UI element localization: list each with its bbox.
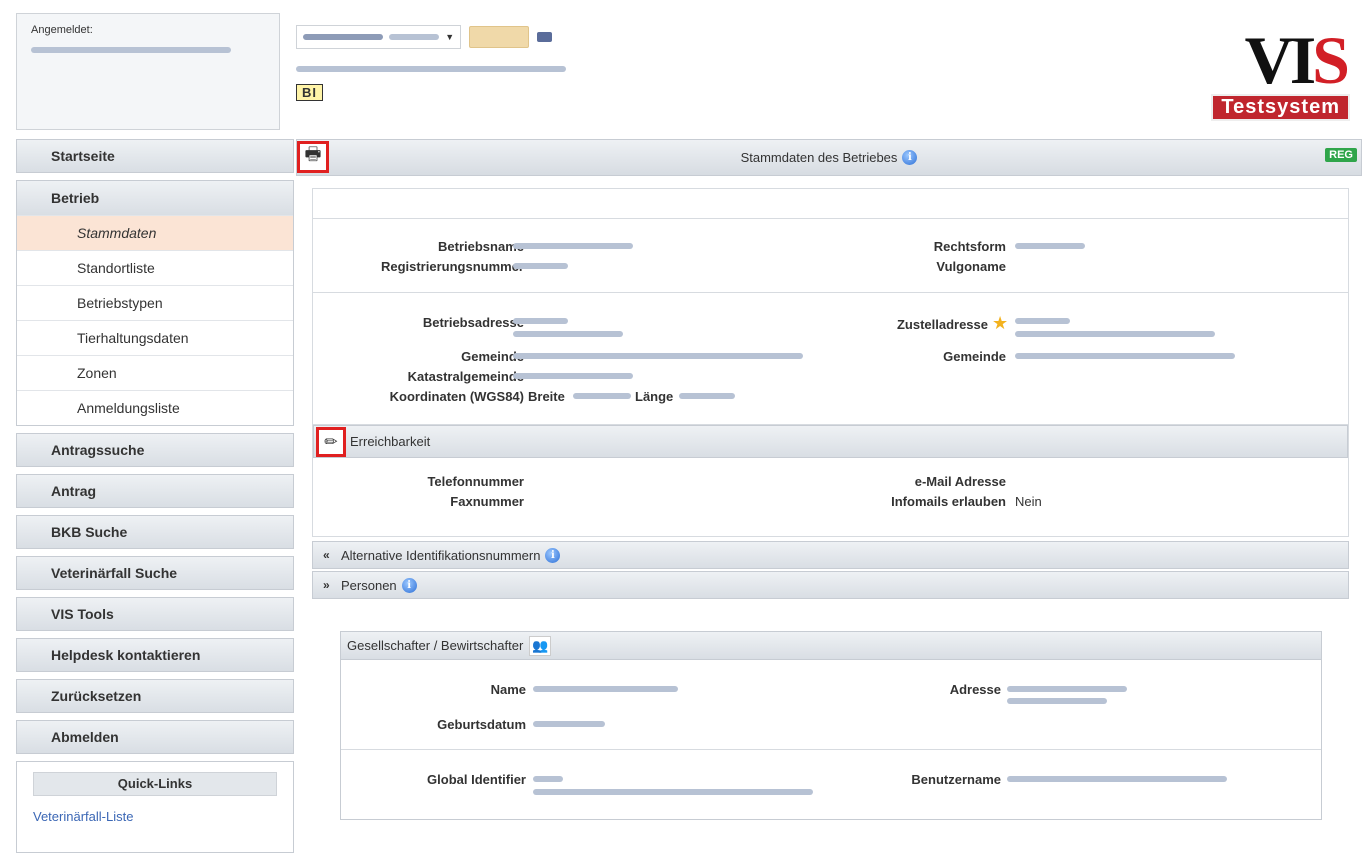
alt-ids-header[interactable]: « Alternative Identifikationsnummern i	[312, 541, 1349, 569]
nav-group-betrieb: Betrieb Stammdaten Standortliste Betrieb…	[16, 180, 294, 426]
section-adressen: Betriebsadresse Gemeinde Katastralgemein…	[313, 293, 1348, 425]
label-betriebsname: Betriebsname	[438, 239, 524, 254]
pencil-icon: ✏	[324, 433, 338, 451]
nav-anmeldungsliste[interactable]: Anmeldungsliste	[17, 390, 293, 425]
business-selector: ▼ BI	[284, 13, 566, 130]
nav-standortliste[interactable]: Standortliste	[17, 250, 293, 285]
info-icon[interactable]: i	[902, 150, 918, 165]
star-icon[interactable]: ★	[992, 313, 1008, 334]
label-infomails: Infomails erlauben	[891, 494, 1006, 509]
info-icon[interactable]: i	[401, 577, 417, 593]
section-erreichbarkeit-header: ✏ Erreichbarkeit	[313, 425, 1348, 458]
label-zustelladresse: Zustelladresse	[896, 317, 988, 332]
login-info: Angemeldet:	[16, 13, 280, 130]
person-panel-title: Gesellschafter / Bewirtschafter	[347, 638, 524, 653]
label-laenge: Länge	[635, 389, 674, 404]
nav-helpdesk[interactable]: Helpdesk kontaktieren	[16, 638, 294, 672]
sidebar: Startseite Betrieb Stammdaten Standortli…	[16, 139, 294, 853]
label-koordinaten: Koordinaten (WGS84)	[389, 389, 524, 404]
quicklink-veterinaerfall-liste[interactable]: Veterinärfall-Liste	[33, 810, 143, 824]
label-breite: Breite	[528, 389, 565, 404]
redacted-user	[31, 47, 231, 53]
label-email: e-Mail Adresse	[914, 474, 1006, 489]
logo-testsystem: Testsystem	[1211, 94, 1350, 121]
person-lookup-icon[interactable]: 👥	[529, 635, 552, 656]
nav-zonen[interactable]: Zonen	[17, 355, 293, 390]
nav-antrag[interactable]: Antrag	[16, 474, 294, 508]
printer-icon: 🖶	[304, 144, 322, 164]
label-faxnummer: Faxnummer	[450, 494, 524, 509]
erreichbarkeit-title: Erreichbarkeit	[350, 434, 431, 449]
nav-stammdaten[interactable]: Stammdaten	[17, 215, 293, 250]
section-erreichbarkeit: Telefonnummer Faxnummer e-Mail Adresse I…	[313, 458, 1348, 536]
personen-title: Personen	[341, 577, 397, 593]
quicklinks-title: Quick-Links	[33, 772, 277, 796]
nav-antragssuche[interactable]: Antragssuche	[16, 433, 294, 467]
edit-erreichbarkeit-button[interactable]: ✏	[316, 426, 346, 457]
chevron-up-icon: «	[323, 548, 330, 562]
logo-text: VIS	[1244, 22, 1350, 98]
label-benutzername: Benutzername	[911, 772, 1001, 787]
vis-logo: VIS Testsystem	[1184, 19, 1354, 125]
logged-in-label: Angemeldet:	[31, 24, 93, 36]
nav-vis-tools[interactable]: VIS Tools	[16, 597, 294, 631]
small-action-button[interactable]	[536, 32, 552, 42]
quicklinks-panel: Quick-Links Veterinärfall-Liste	[16, 761, 294, 853]
personen-header[interactable]: » Personen i	[312, 571, 1349, 599]
main-content: 🖶 Stammdaten des Betriebes i REG Betrieb…	[296, 139, 1362, 820]
business-type-badge: BI	[296, 84, 323, 101]
alt-ids-title: Alternative Identifikationsnummern	[341, 547, 541, 563]
nav-betriebstypen[interactable]: Betriebstypen	[17, 285, 293, 320]
nav-betrieb[interactable]: Betrieb	[17, 181, 293, 215]
label-name: Name	[490, 682, 526, 697]
stammdaten-panel: Betriebsname Registrierungsnummer Rechts…	[312, 188, 1349, 537]
nav-zuruecksetzen[interactable]: Zurücksetzen	[16, 679, 294, 713]
nav-abmelden[interactable]: Abmelden	[16, 720, 294, 754]
label-vulgoname: Vulgoname	[936, 259, 1006, 274]
print-button[interactable]: 🖶	[297, 141, 329, 173]
section-betrieb-basic: Betriebsname Registrierungsnummer Rechts…	[313, 219, 1348, 293]
nav-startseite[interactable]: Startseite	[16, 139, 294, 173]
infomails-value: Nein	[1015, 494, 1042, 509]
business-select[interactable]: ▼	[296, 25, 462, 49]
chevron-down-icon: ▼	[445, 32, 455, 42]
label-geburtsdatum: Geburtsdatum	[437, 717, 526, 732]
label-rechtsform: Rechtsform	[933, 239, 1006, 254]
person-details: Name Geburtsdatum Adresse	[341, 660, 1321, 750]
person-panel-header: Gesellschafter / Bewirtschafter 👥	[341, 632, 1321, 660]
person-panel: Gesellschafter / Bewirtschafter 👥 Name G…	[340, 631, 1322, 820]
label-global-identifier: Global Identifier	[427, 772, 526, 787]
title-bar: 🖶 Stammdaten des Betriebes i REG	[296, 139, 1362, 176]
nav-veterinaerfall-suche[interactable]: Veterinärfall Suche	[16, 556, 294, 590]
label-katastralgemeinde: Katastralgemeinde	[407, 369, 524, 384]
label-telefonnummer: Telefonnummer	[427, 474, 524, 489]
label-betriebsadresse: Betriebsadresse	[422, 315, 524, 330]
label-registrierungsnummer: Registrierungsnummer	[380, 259, 524, 274]
header: Angemeldet: ▼ BI VIS Testsystem	[16, 13, 1362, 130]
reg-badge: REG	[1325, 148, 1357, 162]
page-title: Stammdaten des Betriebes	[740, 150, 898, 165]
nav-bkb-suche[interactable]: BKB Suche	[16, 515, 294, 549]
person-identifiers: Global Identifier Benutzername	[341, 750, 1321, 815]
label-gemeinde-zustell: Gemeinde	[943, 349, 1006, 364]
redacted-address	[296, 66, 566, 72]
zone-button[interactable]	[469, 26, 529, 48]
chevron-down-icon: »	[323, 578, 330, 592]
info-icon[interactable]: i	[545, 547, 561, 563]
nav-tierhaltungsdaten[interactable]: Tierhaltungsdaten	[17, 320, 293, 355]
label-adresse: Adresse	[949, 682, 1001, 697]
